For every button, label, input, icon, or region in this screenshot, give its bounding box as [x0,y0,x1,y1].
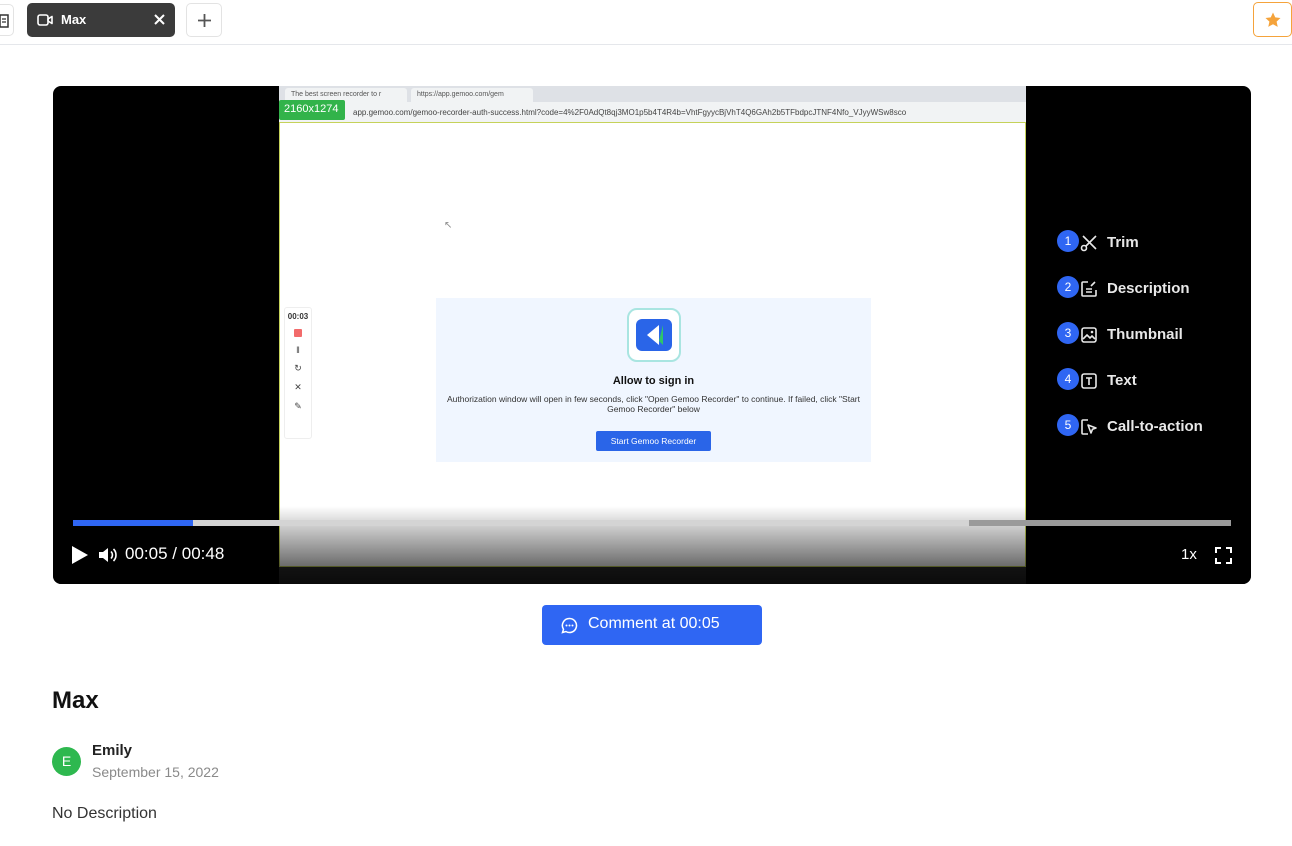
chapter-label: Text [1107,372,1137,389]
image-icon [1081,327,1097,343]
comment-icon [561,617,578,634]
auth-description: Authorization window will open in few se… [447,394,860,414]
text-box-icon [1081,373,1097,389]
video-title: Max [52,687,99,714]
chapter-number: 3 [1057,322,1079,344]
chapter-number: 5 [1057,414,1079,436]
volume-icon[interactable] [97,545,117,565]
recorded-address-bar: app.gemoo.com/gemoo-recorder-auth-succes… [279,102,1026,122]
recorder-time: 00:03 [287,312,309,321]
chapter-thumbnail[interactable]: 3 Thumbnail [1057,322,1251,348]
total-time: 00:48 [181,544,225,563]
progress-played [73,520,194,526]
chapter-text[interactable]: 4 Text [1057,368,1251,394]
chapter-description[interactable]: 2 Description [1057,276,1251,302]
avatar: E [52,747,81,776]
plus-icon [198,14,211,27]
trash-icon: ✕ [294,382,302,392]
star-icon [1265,12,1281,27]
video-description: No Description [52,805,157,822]
pen-icon: ✎ [294,401,302,411]
tab-max[interactable]: Max [27,3,175,37]
publish-date: September 15, 2022 [92,764,219,780]
mouse-cursor-icon: ↖ [444,220,453,231]
scissors-icon [1080,235,1097,252]
recorder-control-panel: 00:03 ‖ ↻ ✕ ✎ [284,307,312,439]
current-time: 00:05 [125,544,168,563]
playback-speed-button[interactable]: 1x [1181,546,1197,563]
chapter-label: Thumbnail [1107,326,1183,343]
chapter-number: 4 [1057,368,1079,390]
stop-icon [294,329,302,337]
progress-buffered [73,520,970,526]
auth-title: Allow to sign in [612,375,695,387]
new-tab-button[interactable] [186,3,222,37]
cursor-click-icon [1081,419,1097,435]
chapter-call-to-action[interactable]: 5 Call-to-action [1057,414,1251,440]
progress-bar[interactable] [73,520,1231,526]
time-separator: / [172,544,178,563]
sidebar-toggle-button[interactable] [0,4,14,36]
close-icon[interactable] [154,14,165,25]
recorded-browser-tabs: The best screen recorder to r https://ap… [279,86,1026,102]
recorded-tab-2: https://app.gemoo.com/gem [411,88,533,102]
author-name: Emily [92,742,133,759]
document-icon [0,14,9,28]
comment-button-label: Comment at 00:05 [588,615,720,632]
favorite-button[interactable] [1253,2,1292,37]
chapter-label: Description [1107,280,1190,297]
tab-bar: Max [0,0,1292,45]
chapter-number: 1 [1057,230,1079,252]
start-recorder-button: Start Gemoo Recorder [596,431,711,451]
pause-icon: ‖ [296,345,300,355]
comment-at-time-button[interactable]: Comment at 00:05 [542,605,762,645]
fullscreen-icon[interactable] [1215,547,1232,564]
gemoo-logo-icon [627,308,681,362]
tab-label: Max [61,12,87,27]
recording-area-frame: ↖ 00:03 ‖ ↻ ✕ ✎ Allow to sign in Authori… [279,122,1026,567]
recorded-url: app.gemoo.com/gemoo-recorder-auth-succes… [353,108,907,117]
edit-note-icon [1081,281,1097,297]
video-player[interactable]: The best screen recorder to r https://ap… [53,86,1251,584]
auth-card: Allow to sign in Authorization window wi… [436,298,871,462]
play-icon[interactable] [71,545,89,565]
chapter-trim[interactable]: 1 Trim [1057,230,1251,256]
chapter-number: 2 [1057,276,1079,298]
controls-gradient [53,506,1251,584]
time-readout: 00:05 / 00:48 [125,544,224,564]
chapter-label: Trim [1107,234,1139,251]
resolution-badge: 2160x1274 [279,100,345,120]
restart-icon: ↻ [294,363,302,373]
video-camera-icon [37,14,53,26]
chapter-label: Call-to-action [1107,418,1203,435]
